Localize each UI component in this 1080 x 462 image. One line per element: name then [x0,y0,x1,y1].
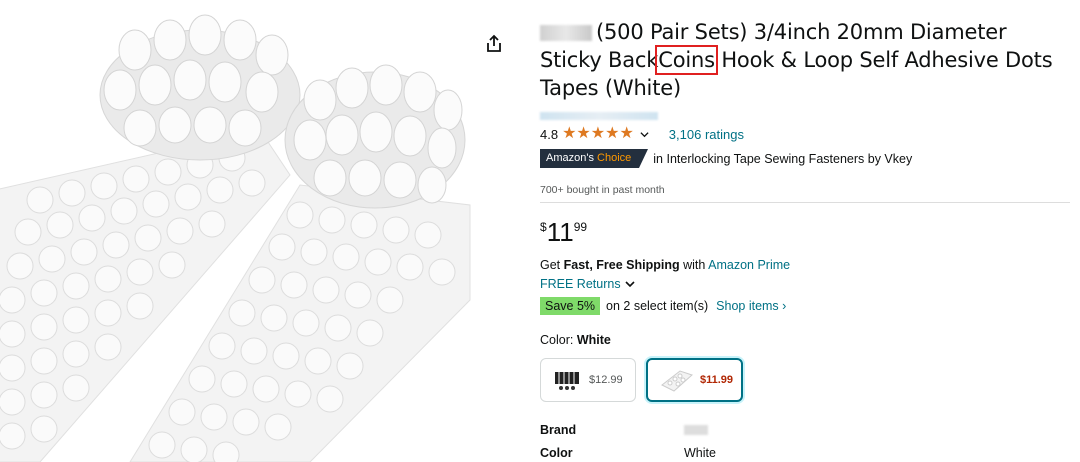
coupon-row: Save 5% on 2 select item(s) Shop items › [540,297,786,315]
color-swatch-black[interactable]: $12.99 [540,358,636,402]
chevron-down-icon [625,281,635,288]
amazons-choice-row: Amazon's Choice in Interlocking Tape Sew… [540,149,912,168]
divider [540,202,1070,203]
product-title: (500 Pair Sets) 3/4inch 20mm Diameter St… [540,18,1070,102]
spec-value-brand [684,424,708,438]
brand-value-blurred [684,425,708,435]
title-highlight: Coins [655,45,718,75]
color-label: Color: White [540,333,611,347]
rating-value: 4.8 [540,126,559,142]
white-swatch-thumbnail [661,370,693,392]
star-icon: ★ [576,125,591,142]
star-icon: ★ [562,125,577,142]
bought-count: 700+ bought in past month [540,184,665,196]
rating-row: 4.8 ★ ★ ★ ★ ★ 3,106 ratings [540,126,744,142]
amazons-choice-badge: Amazon's Choice [540,149,649,168]
shop-items-link[interactable]: Shop items › [716,299,786,313]
spec-label-color: Color [540,446,573,460]
free-returns-link[interactable]: FREE Returns [540,277,635,291]
spec-label-brand: Brand [540,423,577,437]
choice-category: in Interlocking Tape Sewing Fasteners by… [653,151,913,166]
save-badge: Save 5% [540,297,601,315]
star-icon: ★ [619,125,634,142]
shipping-info: Get Fast, Free Shipping with Amazon Prim… [540,258,791,272]
store-link[interactable] [540,112,658,120]
black-swatch-thumbnail [555,372,579,390]
brand-blurred [540,25,592,41]
swatch-price: $11.99 [700,374,734,386]
ratings-link[interactable]: 3,106 ratings [669,127,744,142]
product-image[interactable] [0,0,480,462]
amazon-prime-link[interactable]: Amazon Prime [708,258,790,272]
chevron-down-icon[interactable] [640,130,649,139]
color-swatch-white[interactable]: $11.99 [646,358,743,402]
star-icon: ★ [590,125,606,142]
share-icon[interactable] [484,34,504,54]
price: $1199 [540,217,588,247]
promo-text: on 2 select item(s) [606,299,709,313]
swatch-price: $12.99 [589,374,623,386]
star-icon: ★ [605,125,620,142]
spec-value-color: White [684,446,716,460]
star-rating[interactable]: ★ ★ ★ ★ ★ [562,126,634,142]
